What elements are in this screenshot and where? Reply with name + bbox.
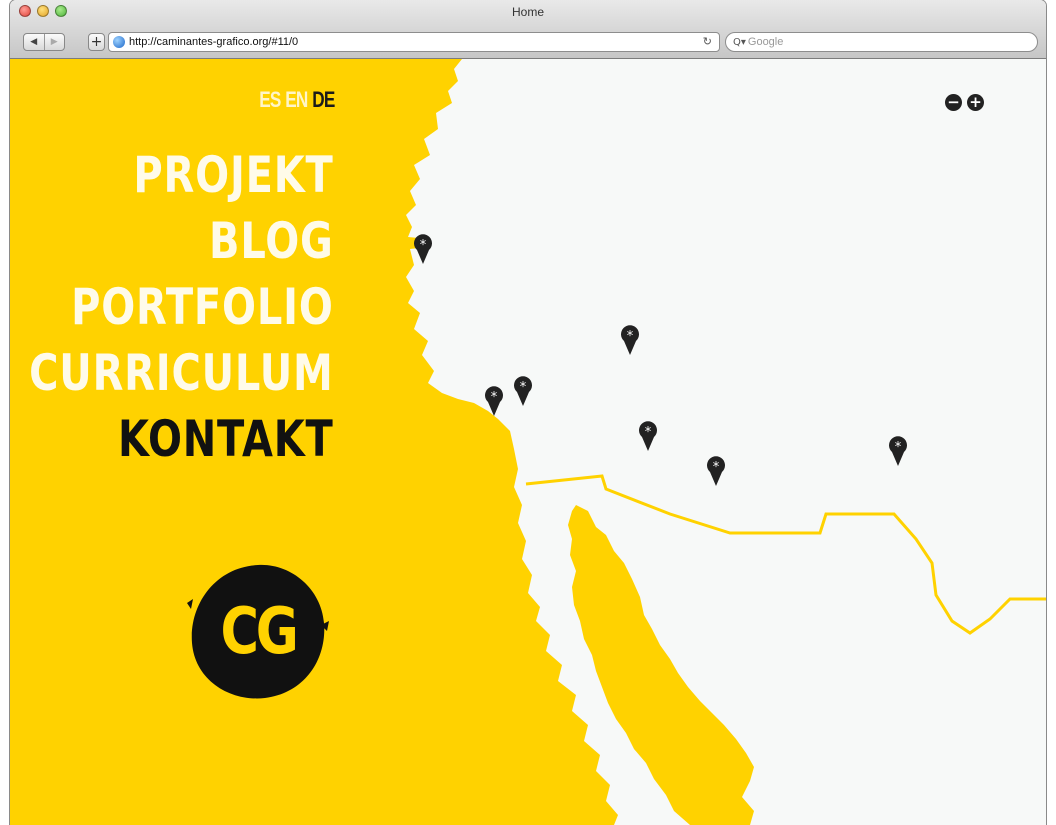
plus-icon: + — [90, 34, 103, 50]
logo-text: CG — [220, 595, 298, 669]
menu-item-portfolio[interactable]: PORTFOLIO — [29, 274, 334, 340]
menu-item-kontakt[interactable]: KONTAKT — [29, 406, 334, 472]
svg-text:*: * — [627, 329, 634, 344]
search-field[interactable]: Q▾ Google — [725, 32, 1038, 52]
search-placeholder: Google — [747, 36, 784, 48]
search-icon: Q▾ — [733, 36, 746, 48]
svg-text:*: * — [420, 238, 427, 253]
cg-logo[interactable]: CG — [185, 559, 331, 705]
svg-text:*: * — [645, 425, 652, 440]
svg-text:*: * — [491, 390, 498, 405]
svg-text:*: * — [520, 380, 527, 395]
menu-item-curriculum[interactable]: CURRICULUM — [29, 340, 334, 406]
forward-button[interactable]: ▶ — [43, 34, 65, 50]
window-title: Home — [511, 5, 544, 19]
map-marker-icon[interactable]: * — [639, 421, 657, 451]
zoom-in-button[interactable]: + — [967, 94, 984, 111]
globe-icon — [113, 36, 125, 48]
arrow-left-icon: ◀ — [30, 37, 38, 47]
plus-icon: + — [969, 93, 982, 111]
language-switcher: ES EN DE — [254, 87, 335, 113]
svg-text:*: * — [713, 460, 720, 475]
browser-window: Home ◀ ▶ + http://caminantes-grafico.org… — [10, 0, 1046, 825]
reload-icon[interactable]: ↻ — [703, 35, 712, 48]
url-text: http://caminantes-grafico.org/#11/0 — [129, 36, 299, 48]
svg-text:*: * — [895, 440, 902, 455]
add-bookmark-button[interactable]: + — [88, 33, 105, 51]
lang-en-link[interactable]: EN — [285, 87, 308, 112]
menu-item-blog[interactable]: BLOG — [29, 208, 334, 274]
address-bar[interactable]: http://caminantes-grafico.org/#11/0 ↻ — [108, 32, 720, 52]
map-marker-icon[interactable]: * — [707, 456, 725, 486]
minus-icon: − — [947, 93, 960, 111]
lang-es-link[interactable]: ES — [259, 87, 281, 112]
map-marker-icon[interactable]: * — [621, 325, 639, 355]
map-marker-icon[interactable]: * — [514, 376, 532, 406]
history-nav: ◀ ▶ — [23, 33, 65, 51]
arrow-right-icon: ▶ — [50, 37, 58, 47]
map-marker-icon[interactable]: * — [414, 234, 432, 264]
lang-de-link[interactable]: DE — [312, 87, 335, 112]
zoom-out-button[interactable]: − — [945, 94, 962, 111]
page-content: * * * * * * * ES EN DE PROJEKT BLOG PORTFOLIO CU… — [10, 59, 1046, 825]
browser-titlebar: Home ◀ ▶ + http://caminantes-grafico.org… — [10, 0, 1046, 59]
menu-item-projekt[interactable]: PROJEKT — [29, 142, 334, 208]
main-menu: PROJEKT BLOG PORTFOLIO CURRICULUM KONTAK… — [10, 142, 334, 472]
back-button[interactable]: ◀ — [24, 34, 44, 50]
map-marker-icon[interactable]: * — [889, 436, 907, 466]
